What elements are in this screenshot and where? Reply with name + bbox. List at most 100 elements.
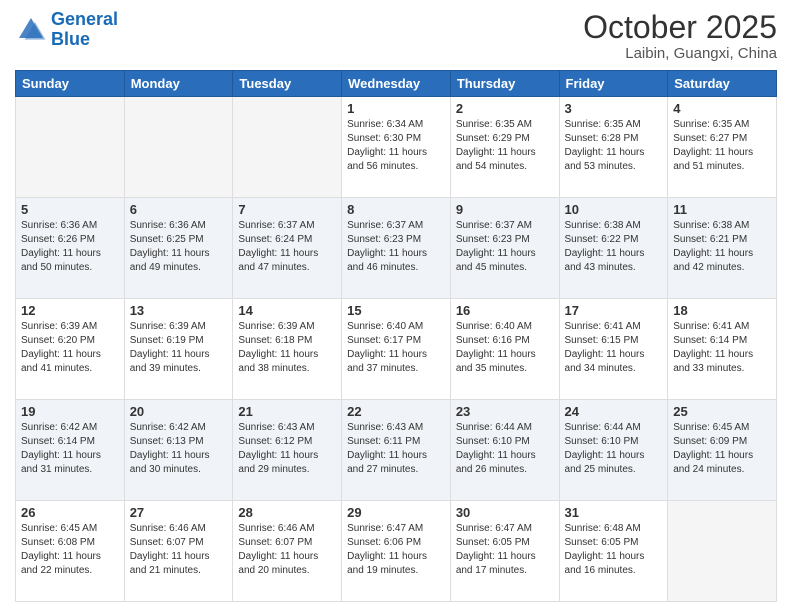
day-number: 15 [347,303,445,318]
day-info: Sunrise: 6:39 AM Sunset: 6:18 PM Dayligh… [238,320,336,376]
calendar-day-6: 6Sunrise: 6:36 AM Sunset: 6:25 PM Daylig… [124,198,233,299]
calendar-day-22: 22Sunrise: 6:43 AM Sunset: 6:11 PM Dayli… [342,400,451,501]
calendar-day-empty [233,97,342,198]
day-info: Sunrise: 6:42 AM Sunset: 6:14 PM Dayligh… [21,421,119,477]
day-info: Sunrise: 6:39 AM Sunset: 6:20 PM Dayligh… [21,320,119,376]
day-number: 3 [565,101,663,116]
calendar-day-19: 19 Sunrise: 6:42 AM Sunset: 6:14 PM Dayli… [16,400,125,501]
calendar-day-9: 9Sunrise: 6:37 AM Sunset: 6:23 PM Daylig… [450,198,559,299]
calendar-day-15: 15 Sunrise: 6:40 AM Sunset: 6:17 PM Dayli… [342,299,451,400]
day-info: Sunrise: 6:46 AM Sunset: 6:07 PM Dayligh… [130,522,228,578]
day-number: 29 [347,505,445,520]
calendar-day-empty [124,97,233,198]
day-number: 20 [130,404,228,419]
day-header-friday: Friday [559,71,668,97]
day-info: Sunrise: 6:39 AM Sunset: 6:19 PM Dayligh… [130,320,228,376]
calendar-day-1: 1Sunrise: 6:34 AM Sunset: 6:30 PM Daylig… [342,97,451,198]
day-number: 14 [238,303,336,318]
calendar-day-29: 29 Sunrise: 6:47 AM Sunset: 6:06 PM Dayli… [342,501,451,602]
day-info: Sunrise: 6:37 AM Sunset: 6:24 PM Dayligh… [238,219,336,275]
day-info: Sunrise: 6:42 AM Sunset: 6:13 PM Dayligh… [130,421,228,477]
calendar-day-18: 18 Sunrise: 6:41 AM Sunset: 6:14 PM Dayli… [668,299,777,400]
day-number: 18 [673,303,771,318]
calendar-header-row: SundayMondayTuesdayWednesdayThursdayFrid… [16,71,777,97]
day-info: Sunrise: 6:44 AM Sunset: 6:10 PM Dayligh… [456,421,554,477]
logo-icon [15,14,47,46]
calendar-day-13: 13 Sunrise: 6:39 AM Sunset: 6:19 PM Dayli… [124,299,233,400]
day-number: 25 [673,404,771,419]
calendar-day-12: 12 Sunrise: 6:39 AM Sunset: 6:20 PM Dayli… [16,299,125,400]
header: General Blue October 2025 Laibin, Guangx… [15,10,777,62]
calendar-day-17: 17 Sunrise: 6:41 AM Sunset: 6:15 PM Dayli… [559,299,668,400]
calendar-day-8: 8Sunrise: 6:37 AM Sunset: 6:23 PM Daylig… [342,198,451,299]
day-info: Sunrise: 6:41 AM Sunset: 6:15 PM Dayligh… [565,320,663,376]
logo-text: General Blue [51,10,118,50]
calendar-day-23: 23 Sunrise: 6:44 AM Sunset: 6:10 PM Dayli… [450,400,559,501]
calendar-day-25: 25 Sunrise: 6:45 AM Sunset: 6:09 PM Dayli… [668,400,777,501]
month-title: October 2025 [583,10,777,45]
calendar-day-28: 28 Sunrise: 6:46 AM Sunset: 6:07 PM Dayli… [233,501,342,602]
logo: General Blue [15,10,118,50]
day-number: 28 [238,505,336,520]
calendar-day-5: 5Sunrise: 6:36 AM Sunset: 6:26 PM Daylig… [16,198,125,299]
calendar-day-empty [16,97,125,198]
day-info: Sunrise: 6:38 AM Sunset: 6:22 PM Dayligh… [565,219,663,275]
day-number: 5 [21,202,119,217]
day-number: 30 [456,505,554,520]
day-number: 17 [565,303,663,318]
day-info: Sunrise: 6:35 AM Sunset: 6:28 PM Dayligh… [565,118,663,174]
day-info: Sunrise: 6:34 AM Sunset: 6:30 PM Dayligh… [347,118,445,174]
calendar-day-4: 4 Sunrise: 6:35 AM Sunset: 6:27 PM Daylig… [668,97,777,198]
day-number: 13 [130,303,228,318]
day-header-tuesday: Tuesday [233,71,342,97]
calendar-day-3: 3 Sunrise: 6:35 AM Sunset: 6:28 PM Daylig… [559,97,668,198]
calendar-day-11: 11Sunrise: 6:38 AM Sunset: 6:21 PM Dayli… [668,198,777,299]
day-number: 23 [456,404,554,419]
day-info: Sunrise: 6:46 AM Sunset: 6:07 PM Dayligh… [238,522,336,578]
logo-blue: Blue [51,29,90,49]
calendar-day-10: 10Sunrise: 6:38 AM Sunset: 6:22 PM Dayli… [559,198,668,299]
day-info: Sunrise: 6:41 AM Sunset: 6:14 PM Dayligh… [673,320,771,376]
day-header-monday: Monday [124,71,233,97]
page: General Blue October 2025 Laibin, Guangx… [0,0,792,612]
calendar-day-14: 14 Sunrise: 6:39 AM Sunset: 6:18 PM Dayli… [233,299,342,400]
calendar-table: SundayMondayTuesdayWednesdayThursdayFrid… [15,70,777,602]
calendar-day-21: 21 Sunrise: 6:43 AM Sunset: 6:12 PM Dayli… [233,400,342,501]
day-info: Sunrise: 6:35 AM Sunset: 6:27 PM Dayligh… [673,118,771,174]
day-header-wednesday: Wednesday [342,71,451,97]
day-info: Sunrise: 6:47 AM Sunset: 6:05 PM Dayligh… [456,522,554,578]
day-info: Sunrise: 6:45 AM Sunset: 6:08 PM Dayligh… [21,522,119,578]
calendar-day-empty [668,501,777,602]
day-number: 24 [565,404,663,419]
day-info: Sunrise: 6:40 AM Sunset: 6:17 PM Dayligh… [347,320,445,376]
calendar-day-2: 2Sunrise: 6:35 AM Sunset: 6:29 PM Daylig… [450,97,559,198]
calendar-week-row: 26Sunrise: 6:45 AM Sunset: 6:08 PM Dayli… [16,501,777,602]
day-info: Sunrise: 6:45 AM Sunset: 6:09 PM Dayligh… [673,421,771,477]
calendar-day-27: 27 Sunrise: 6:46 AM Sunset: 6:07 PM Dayli… [124,501,233,602]
day-header-thursday: Thursday [450,71,559,97]
day-number: 27 [130,505,228,520]
day-number: 19 [21,404,119,419]
day-info: Sunrise: 6:43 AM Sunset: 6:12 PM Dayligh… [238,421,336,477]
day-number: 2 [456,101,554,116]
day-number: 12 [21,303,119,318]
calendar-day-30: 30 Sunrise: 6:47 AM Sunset: 6:05 PM Dayli… [450,501,559,602]
day-number: 6 [130,202,228,217]
day-number: 21 [238,404,336,419]
day-number: 11 [673,202,771,217]
day-info: Sunrise: 6:48 AM Sunset: 6:05 PM Dayligh… [565,522,663,578]
day-header-sunday: Sunday [16,71,125,97]
title-block: October 2025 Laibin, Guangxi, China [583,10,777,62]
calendar-week-row: 1Sunrise: 6:34 AM Sunset: 6:30 PM Daylig… [16,97,777,198]
day-header-saturday: Saturday [668,71,777,97]
day-number: 4 [673,101,771,116]
day-number: 31 [565,505,663,520]
day-number: 22 [347,404,445,419]
day-info: Sunrise: 6:47 AM Sunset: 6:06 PM Dayligh… [347,522,445,578]
calendar-day-7: 7 Sunrise: 6:37 AM Sunset: 6:24 PM Daylig… [233,198,342,299]
day-number: 7 [238,202,336,217]
location: Laibin, Guangxi, China [583,45,777,62]
calendar-day-24: 24Sunrise: 6:44 AM Sunset: 6:10 PM Dayli… [559,400,668,501]
calendar-day-31: 31 Sunrise: 6:48 AM Sunset: 6:05 PM Dayli… [559,501,668,602]
day-info: Sunrise: 6:37 AM Sunset: 6:23 PM Dayligh… [456,219,554,275]
